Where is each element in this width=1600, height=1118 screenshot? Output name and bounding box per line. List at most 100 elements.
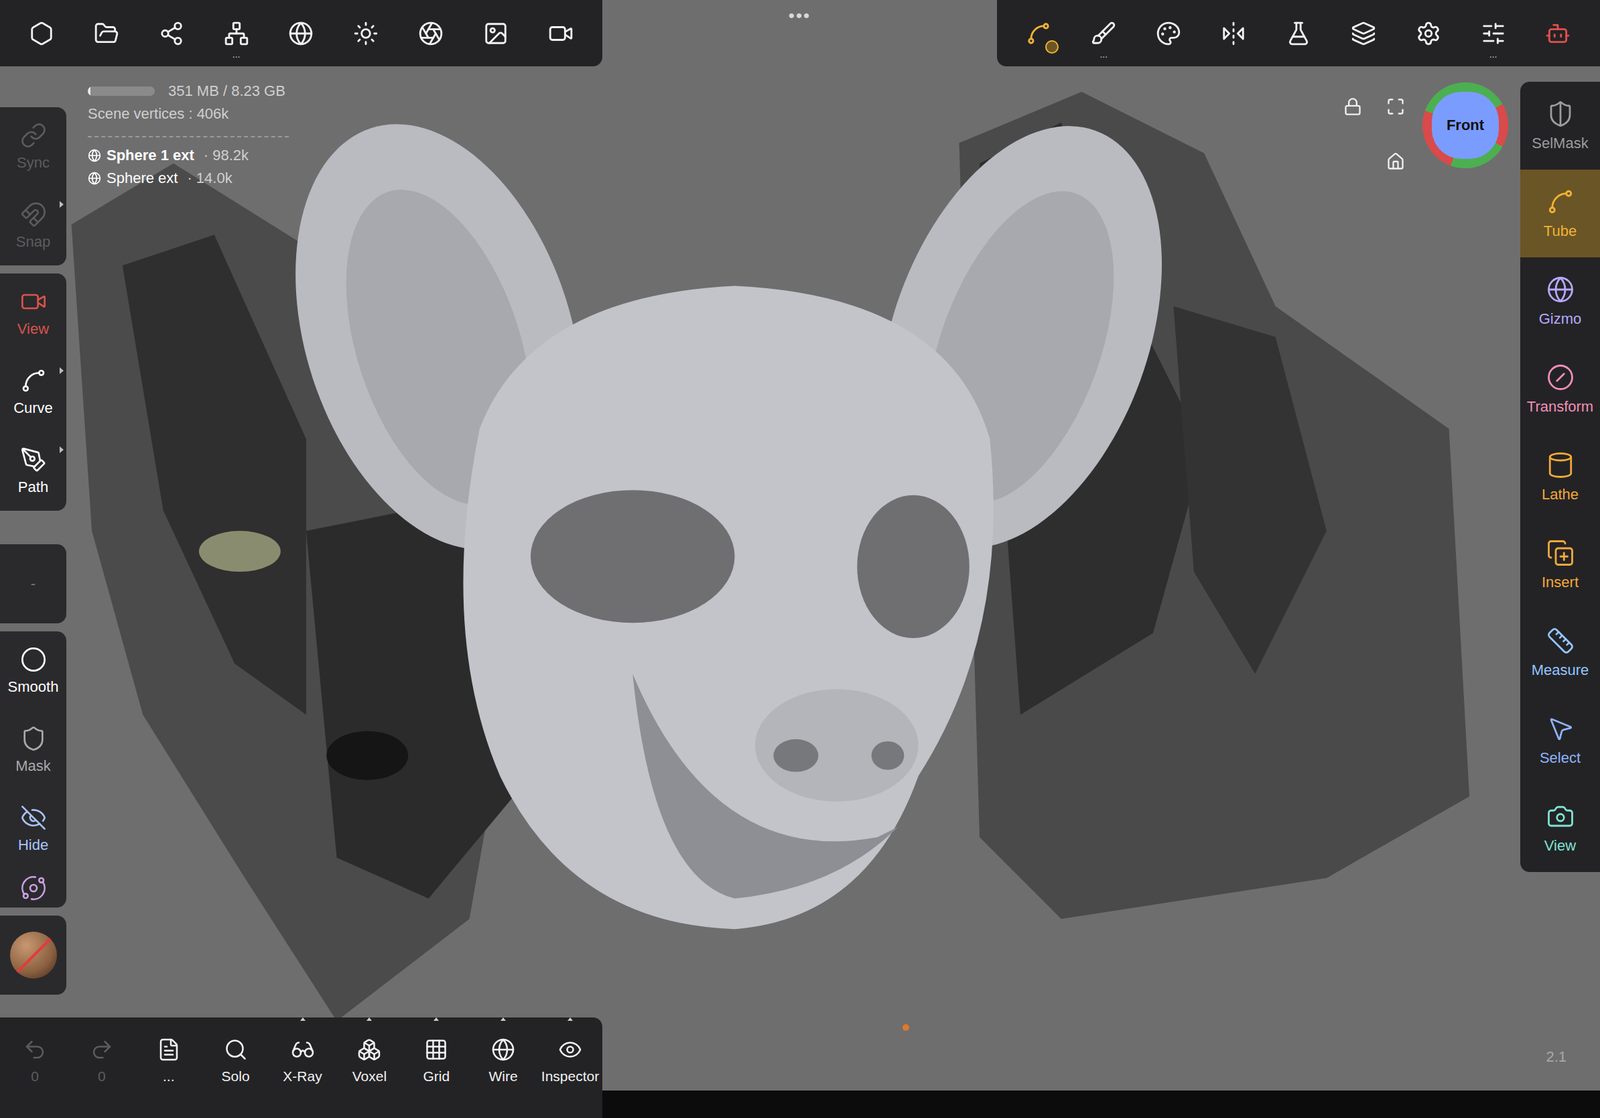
fullscreen-button[interactable] [1380, 91, 1411, 122]
toolbar-button[interactable] [1335, 5, 1392, 62]
tool-button[interactable]: Insert [1520, 520, 1600, 609]
toolbar-icon [1545, 20, 1571, 47]
tool-button[interactable]: Lathe [1520, 432, 1600, 521]
bottom-icon [290, 1037, 315, 1062]
bottom-label: X-Ray [282, 1068, 322, 1085]
sidebar-item[interactable]: View [0, 273, 67, 353]
tool-button[interactable]: View [1520, 783, 1600, 872]
options-caret[interactable] [300, 1017, 306, 1021]
toolbar-button[interactable] [532, 5, 589, 62]
tool-icon [20, 724, 47, 752]
middle-row: SyncSnapViewCurvePath-SmoothMaskHide351 … [0, 66, 1600, 1018]
view-cube-face[interactable]: Front [1431, 91, 1499, 159]
bottom-icon [558, 1037, 583, 1062]
view-controls: Front [1338, 82, 1509, 177]
toolbar-button[interactable]: ... [208, 5, 265, 62]
memory-fill [87, 86, 91, 96]
left-sidebar: SyncSnapViewCurvePath-SmoothMaskHide [0, 66, 67, 1018]
tool-button[interactable]: Select [1520, 696, 1600, 784]
object-row[interactable]: Sphere ext· 14.0k [87, 169, 289, 187]
toolbar-button[interactable] [1400, 5, 1457, 62]
sidebar-item[interactable]: Path [0, 431, 67, 511]
sidebar-item[interactable] [0, 868, 67, 908]
toolbar-button[interactable]: ... [1075, 5, 1132, 62]
tool-button[interactable]: SelMask [1520, 81, 1600, 170]
toolbar-button[interactable] [13, 5, 70, 62]
view-cube[interactable]: Front [1422, 82, 1509, 169]
mesh-icon [87, 148, 102, 163]
toolbar-button[interactable] [143, 5, 200, 62]
tool-label: Transform [1526, 397, 1594, 416]
bottom-button[interactable]: Wire [473, 1026, 533, 1085]
submenu-arrow [59, 367, 64, 374]
bottom-button[interactable]: Solo [206, 1026, 266, 1085]
sidebar-label: - [30, 574, 36, 593]
viewport-render[interactable] [0, 0, 1600, 1118]
toolbar-button[interactable] [1010, 5, 1067, 62]
viewport-overlay: 351 MB / 8.23 GBScene vertices : 406kSph… [66, 66, 1521, 1018]
tool-button[interactable]: Gizmo [1520, 257, 1600, 346]
toolbar-icon [28, 20, 55, 47]
bottom-label: Inspector [541, 1068, 599, 1085]
bottom-label: Solo [221, 1068, 250, 1085]
toolbar-button[interactable]: ... [1465, 5, 1522, 62]
toolbar-icon [1220, 20, 1247, 47]
tool-button[interactable]: Measure [1520, 608, 1600, 697]
bottom-label: ... [162, 1068, 175, 1085]
tool-panel: SelMask Tube Gizmo Transform LatheInsert Meas… [1520, 81, 1600, 872]
sidebar-item[interactable]: Mask [0, 710, 67, 790]
lock-icon [1343, 97, 1363, 116]
sidebar-item[interactable]: - [0, 544, 67, 624]
bottom-button[interactable]: Voxel [339, 1026, 399, 1085]
bottom-toolbar: 00...SoloX-RayVoxelGridWireInspector [0, 1017, 603, 1118]
tool-icon [20, 288, 47, 315]
tool-icon [1546, 187, 1575, 216]
material-swatch[interactable] [0, 915, 67, 995]
bottom-label: Grid [422, 1068, 450, 1085]
options-caret[interactable] [366, 1017, 372, 1021]
tool-label: Measure [1531, 661, 1590, 679]
tool-icon [20, 874, 47, 902]
tool-button[interactable]: Tube [1520, 169, 1600, 258]
toolbar-button[interactable] [78, 5, 135, 62]
toolbar-button[interactable] [1205, 5, 1262, 62]
bottom-button[interactable]: X-Ray [273, 1026, 333, 1085]
toolbar-button[interactable] [1270, 5, 1327, 62]
options-caret[interactable] [433, 1017, 439, 1021]
bottom-button[interactable]: Grid [406, 1026, 466, 1085]
toolbar-button[interactable] [402, 5, 459, 62]
toolbar-button[interactable] [1529, 5, 1586, 62]
sidebar-panel: SmoothMask Hide [0, 631, 67, 908]
tool-icon [1546, 99, 1575, 128]
options-caret[interactable] [567, 1017, 573, 1021]
object-count: · 98.2k [203, 146, 249, 165]
toolbar-button[interactable] [272, 5, 329, 62]
options-caret[interactable] [500, 1017, 506, 1021]
home-button[interactable] [1380, 146, 1411, 177]
tool-icon [20, 446, 47, 474]
mask-model[interactable] [244, 87, 1215, 929]
tool-button[interactable]: Transform [1520, 345, 1600, 433]
sidebar-label: Hide [18, 836, 49, 854]
sidebar-item[interactable]: Hide [0, 789, 67, 869]
tools-toolbar: ...... [996, 0, 1600, 67]
sidebar-item[interactable]: Curve [0, 352, 67, 432]
toolbar-button[interactable] [467, 5, 524, 62]
sidebar-panel: - [0, 544, 67, 624]
tool-icon [1546, 802, 1575, 831]
bottom-label: 0 [30, 1068, 39, 1085]
toolbar-button[interactable] [1140, 5, 1197, 62]
toolbar-button[interactable] [337, 5, 394, 62]
sidebar-item[interactable]: Smooth [0, 631, 67, 711]
lock-button[interactable] [1338, 91, 1368, 122]
object-name: Sphere 1 ext [106, 146, 195, 165]
object-row[interactable]: Sphere 1 ext · 98.2k [87, 146, 289, 165]
tool-icon [20, 804, 47, 831]
bottom-button[interactable]: ... [139, 1026, 199, 1085]
toolbar-icon [1415, 20, 1442, 47]
toolbar-icon [223, 20, 250, 47]
tool-label: Tube [1543, 222, 1577, 240]
sidebar-label: Path [18, 478, 49, 496]
drag-handle[interactable]: ••• [602, 0, 997, 67]
bottom-button[interactable]: Inspector [540, 1026, 600, 1085]
